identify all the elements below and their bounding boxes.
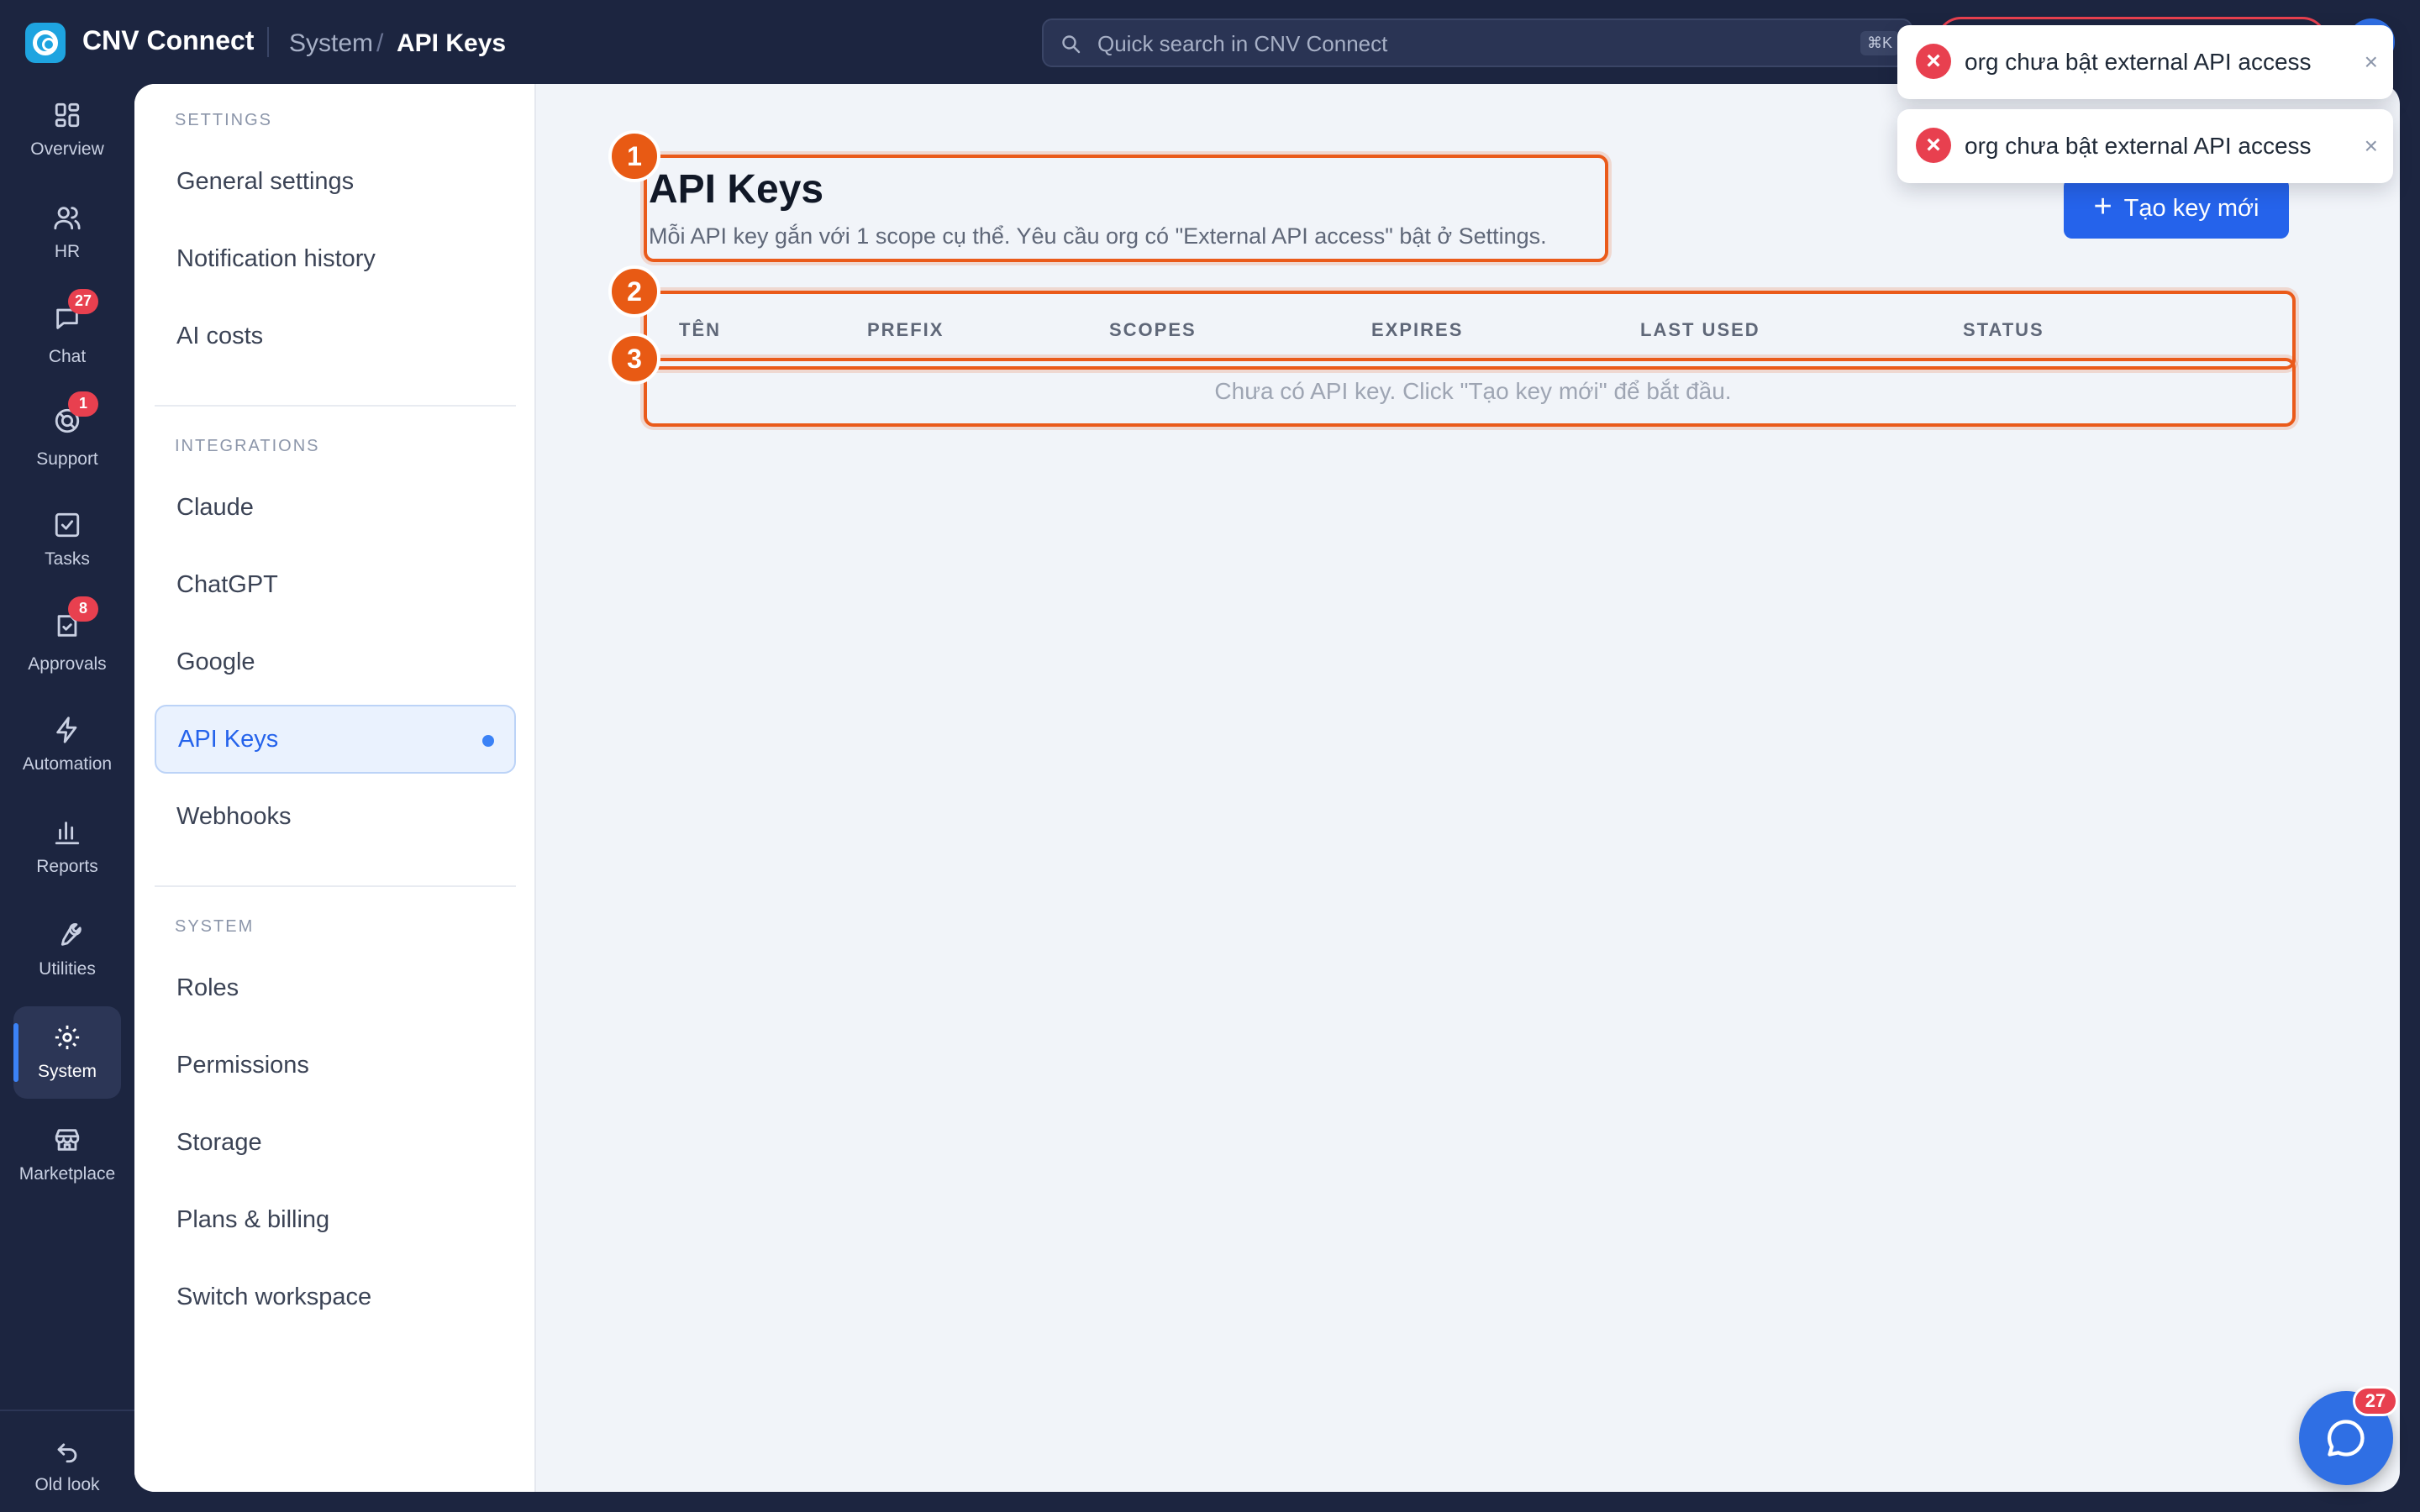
close-icon[interactable]: ×	[2365, 133, 2378, 160]
wrench-icon	[60, 923, 82, 946]
close-icon[interactable]: ×	[2365, 49, 2378, 76]
nav-item-chatgpt[interactable]: ChatGPT	[155, 550, 516, 619]
create-key-label: Tạo key mới	[2123, 194, 2260, 222]
nav-item-notification-history[interactable]: Notification history	[155, 224, 516, 293]
search-input[interactable]	[1097, 29, 1854, 59]
nav-item-ai-costs[interactable]: AI costs	[155, 302, 516, 370]
divider	[155, 885, 516, 887]
divider	[0, 1410, 134, 1411]
toast-message: org chưa bật external API access	[1965, 49, 2312, 75]
nav-item-google[interactable]: Google	[155, 627, 516, 696]
annotation-marker-1: 1	[608, 130, 660, 182]
bolt-icon	[56, 717, 77, 743]
rail-label: Marketplace	[18, 1164, 116, 1184]
rail-label: Old look	[34, 1475, 100, 1494]
rail-item-hr[interactable]: HR	[13, 186, 121, 279]
old-look-button[interactable]: Old look	[13, 1420, 121, 1512]
nav-item-webhooks[interactable]: Webhooks	[155, 782, 516, 851]
toast-message: org chưa bật external API access	[1965, 133, 2312, 159]
column-header-status[interactable]: STATUS	[1963, 319, 2044, 341]
nav-section-title: INTEGRATIONS	[175, 437, 320, 455]
column-header-expires[interactable]: EXPIRES	[1371, 319, 1463, 341]
nav-section-title: SYSTEM	[175, 917, 255, 936]
search-bar[interactable]: ⌘K	[1042, 18, 1912, 67]
table-header: TÊN PREFIX SCOPES EXPIRES LAST USED STAT…	[649, 297, 2297, 360]
plus-icon: +	[2093, 189, 2112, 224]
rail-label: Automation	[22, 754, 113, 774]
nav-item-roles[interactable]: Roles	[155, 953, 516, 1022]
nav-item-plans-billing[interactable]: Plans & billing	[155, 1185, 516, 1254]
rail-item-utilities[interactable]: Utilities	[13, 904, 121, 996]
error-toast: × org chưa bật external API access ×	[1897, 109, 2393, 183]
chat-badge: 27	[68, 288, 99, 314]
column-header-prefix[interactable]: PREFIX	[867, 319, 944, 341]
nav-item-label: API Keys	[178, 725, 279, 753]
column-header-scopes[interactable]: SCOPES	[1109, 319, 1197, 341]
rail-label: Chat	[48, 346, 87, 366]
error-icon: ×	[1916, 128, 1951, 163]
rail-item-chat[interactable]: 27 Chat	[13, 288, 121, 381]
support-badge: 1	[68, 391, 98, 417]
rail-label: System	[37, 1062, 97, 1081]
store-icon	[55, 1129, 80, 1151]
annotation-marker-2: 2	[608, 265, 660, 318]
divider	[267, 27, 269, 57]
rail-label: Approvals	[28, 654, 107, 674]
nav-item-api-keys[interactable]: API Keys	[155, 705, 516, 774]
error-icon: ×	[1916, 44, 1951, 79]
empty-state-row: Chưa có API key. Click "Tạo key mới" để …	[1214, 378, 1732, 404]
rail-item-approvals[interactable]: 8 Approvals	[13, 596, 121, 689]
chat-fab-button[interactable]: 27	[2299, 1386, 2398, 1485]
create-key-button[interactable]: + Tạo key mới	[2064, 178, 2289, 239]
app-logo[interactable]	[25, 23, 66, 63]
page-title: API Keys	[649, 167, 824, 212]
rail-label: Utilities	[39, 959, 96, 979]
nav-item-general-settings[interactable]: General settings	[155, 147, 516, 216]
breadcrumb-current: API Keys	[397, 29, 507, 57]
nav-section-title: SETTINGS	[175, 111, 273, 129]
app-title: CNV Connect	[82, 25, 255, 55]
approvals-badge: 8	[68, 596, 98, 622]
page-content: API Keys Mỗi API key gắn với 1 scope cụ …	[536, 84, 2400, 1492]
rail-item-system[interactable]: System	[13, 1006, 121, 1099]
nav-item-claude[interactable]: Claude	[155, 473, 516, 542]
nav-item-permissions[interactable]: Permissions	[155, 1031, 516, 1100]
chat-bubble-icon	[2327, 1420, 2365, 1457]
main-panel: SETTINGS General settings Notification h…	[134, 84, 2400, 1492]
error-toast: × org chưa bật external API access ×	[1897, 25, 2393, 99]
undo-icon	[57, 1443, 77, 1463]
checkbox-icon	[55, 512, 80, 538]
column-header-name[interactable]: TÊN	[679, 319, 721, 341]
rail-item-overview[interactable]: Overview	[13, 84, 121, 176]
divider	[155, 405, 516, 407]
rail-item-marketplace[interactable]: Marketplace	[13, 1109, 121, 1201]
breadcrumb-system[interactable]: System	[289, 29, 373, 58]
breadcrumb-separator: /	[376, 29, 384, 57]
nav-item-switch-workspace[interactable]: Switch workspace	[155, 1263, 516, 1331]
gear-icon	[55, 1025, 80, 1050]
rail-label: Overview	[30, 139, 104, 159]
chat-fab-badge: 27	[2353, 1386, 2398, 1416]
rail-label: HR	[54, 242, 81, 261]
page-description: Mỗi API key gắn với 1 scope cụ thể. Yêu …	[649, 223, 1547, 249]
rail-item-reports[interactable]: Reports	[13, 801, 121, 894]
left-rail: Overview HR 27 Chat 1 Support Tasks 8 Ap…	[0, 84, 134, 1512]
users-icon	[54, 207, 81, 230]
active-dot	[482, 735, 494, 747]
settings-nav: SETTINGS General settings Notification h…	[134, 84, 536, 1492]
rail-item-tasks[interactable]: Tasks	[13, 494, 121, 586]
rail-label: Support	[36, 449, 98, 469]
nav-item-storage[interactable]: Storage	[155, 1108, 516, 1177]
column-header-last-used[interactable]: LAST USED	[1640, 319, 1760, 341]
bar-chart-icon	[55, 822, 80, 845]
annotation-marker-3: 3	[608, 333, 660, 385]
grid-icon	[55, 102, 80, 128]
search-icon	[1062, 35, 1081, 54]
rail-item-automation[interactable]: Automation	[13, 699, 121, 791]
rail-label: Reports	[36, 857, 98, 876]
rail-label: Tasks	[45, 549, 90, 569]
search-shortcut: ⌘K	[1860, 31, 1899, 55]
rail-item-support[interactable]: 1 Support	[13, 391, 121, 484]
